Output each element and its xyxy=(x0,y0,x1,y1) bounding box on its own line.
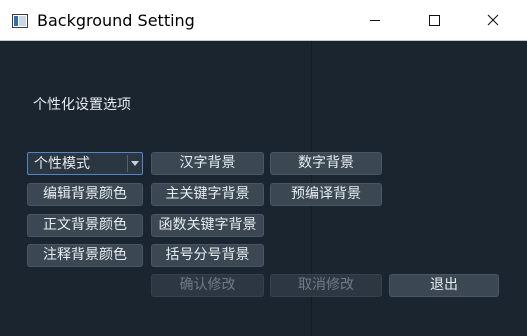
cancel-button[interactable]: 取消修改 xyxy=(270,274,382,297)
maximize-icon xyxy=(428,14,440,26)
section-label: 个性化设置选项 xyxy=(33,97,131,113)
maximize-button[interactable] xyxy=(411,0,457,40)
minimize-button[interactable] xyxy=(352,0,398,40)
minimize-icon xyxy=(369,14,381,26)
hanzi-bg-button[interactable]: 汉字背景 xyxy=(151,152,264,175)
editor-bg-color-button[interactable]: 编辑背景颜色 xyxy=(27,183,143,206)
background-setting-window: Background Setting 个性化设置选项 个性模式 汉字背景 数字背… xyxy=(0,0,527,336)
chevron-down-icon xyxy=(131,161,139,166)
title-bar[interactable]: Background Setting xyxy=(0,0,527,41)
bracket-semicolon-bg-button[interactable]: 括号分号背景 xyxy=(151,244,264,267)
body-bg-color-button[interactable]: 正文背景颜色 xyxy=(27,214,143,237)
mode-select-value: 个性模式 xyxy=(34,156,90,172)
confirm-button[interactable]: 确认修改 xyxy=(151,274,264,297)
mode-select-separator xyxy=(127,155,128,172)
keyword-bg-button[interactable]: 主关键字背景 xyxy=(151,183,264,206)
function-keyword-bg-button[interactable]: 函数关键字背景 xyxy=(151,214,264,237)
exit-button[interactable]: 退出 xyxy=(389,274,499,297)
close-button[interactable] xyxy=(470,0,516,40)
window-title: Background Setting xyxy=(37,11,195,30)
number-bg-button[interactable]: 数字背景 xyxy=(270,152,382,175)
window-app-icon xyxy=(12,13,28,28)
preprocessor-bg-button[interactable]: 预编译背景 xyxy=(270,183,382,206)
close-icon xyxy=(487,14,499,26)
comment-bg-color-button[interactable]: 注释背景颜色 xyxy=(27,244,143,267)
mode-select[interactable]: 个性模式 xyxy=(27,152,143,175)
